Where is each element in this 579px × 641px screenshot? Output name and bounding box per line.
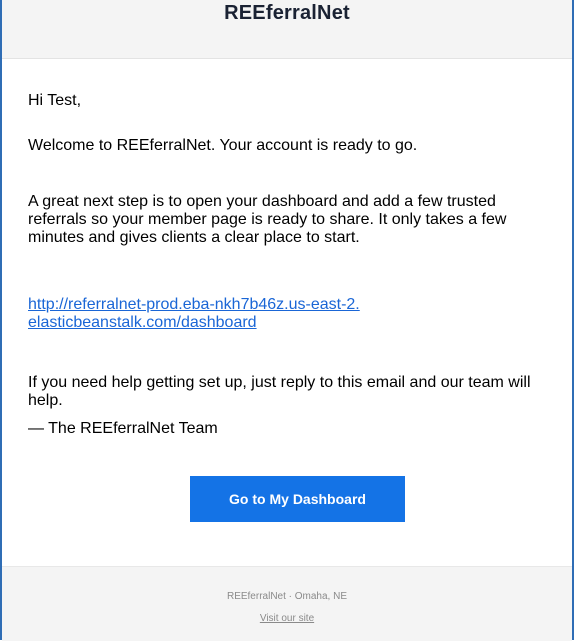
next-step-text: A great next step is to open your dashbo…	[28, 193, 507, 246]
email-container: REEferralNet Hi Test, Welcome to REEferr…	[0, 0, 574, 641]
dashboard-link[interactable]: http://referralnet-prod.eba-nkh7b46z.us-…	[28, 296, 360, 331]
go-to-dashboard-button[interactable]: Go to My Dashboard	[190, 476, 405, 522]
visit-site-link[interactable]: Visit our site	[2, 613, 572, 624]
email-footer: REEferralNet · Omaha, NE Visit our site	[2, 566, 572, 641]
help-text: If you need help getting set up, just re…	[28, 374, 531, 409]
signature-text: — The REEferralNet Team	[28, 420, 218, 437]
email-header: REEferralNet	[2, 0, 572, 59]
greeting-text: Hi Test,	[28, 92, 82, 109]
welcome-text: Welcome to REEferralNet. Your account is…	[28, 137, 418, 154]
footer-company-line: REEferralNet · Omaha, NE	[226, 591, 348, 602]
brand-title: REEferralNet	[224, 1, 350, 24]
